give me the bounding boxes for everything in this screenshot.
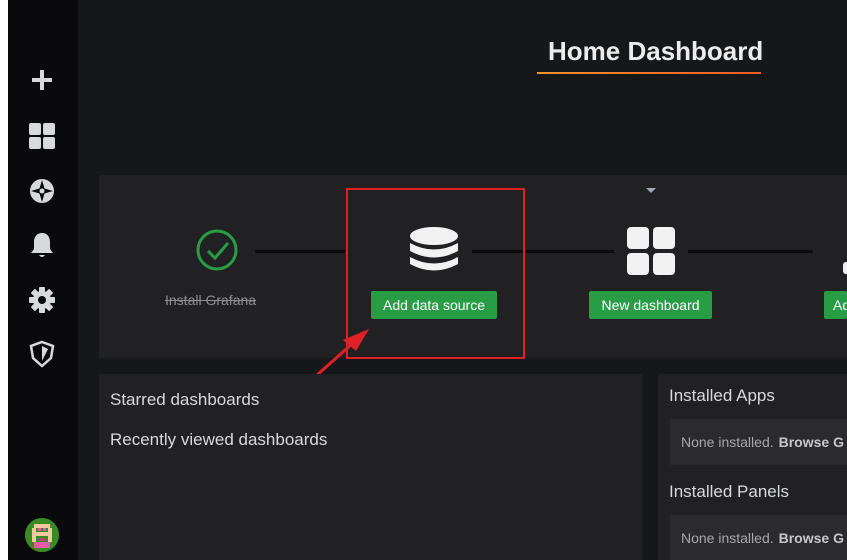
panels-none-text: None installed. (681, 530, 774, 546)
installed-apps-box: None installed. Browse G (670, 419, 847, 465)
apps-none-text: None installed. (681, 434, 774, 450)
installed-panels-heading: Installed Panels (669, 482, 790, 501)
browse-panels-link[interactable]: Browse G (779, 530, 844, 546)
installed-apps-heading: Installed Apps (669, 386, 775, 405)
recent-dashboards-heading: Recently viewed dashboards (110, 430, 328, 449)
browse-apps-link[interactable]: Browse G (779, 434, 844, 450)
starred-dashboards-heading: Starred dashboards (110, 390, 260, 409)
dashboards-list-panel: Starred dashboards Recently viewed dashb… (99, 374, 642, 560)
installed-panels-box: None installed. Browse G (670, 515, 847, 560)
